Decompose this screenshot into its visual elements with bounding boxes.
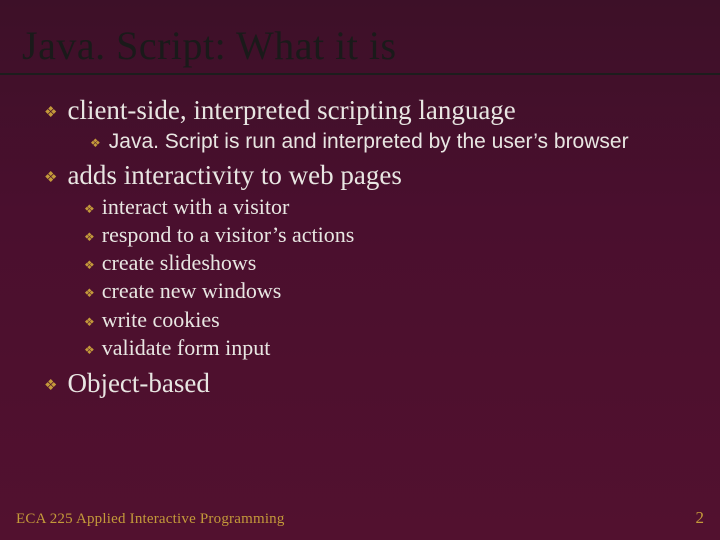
bullet-text: Java. Script is run and interpreted by t… [109, 130, 629, 154]
bullet-level2: ❖ respond to a visitor’s actions [84, 221, 690, 249]
bullet-level1: ❖ adds interactivity to web pages [44, 160, 690, 191]
diamond-icon: ❖ [84, 286, 95, 301]
slide-body: ❖ client-side, interpreted scripting lan… [0, 75, 720, 399]
bullet-text: validate form input [102, 334, 271, 362]
slide-footer: ECA 225 Applied Interactive Programming … [16, 508, 704, 528]
bullet-text: respond to a visitor’s actions [102, 221, 355, 249]
bullet-level1: ❖ client-side, interpreted scripting lan… [44, 95, 690, 126]
bullet-text: create new windows [102, 277, 282, 305]
bullet-text: interact with a visitor [102, 193, 290, 221]
bullet-level2: ❖ create slideshows [84, 249, 690, 277]
bullet-level2: ❖ create new windows [84, 277, 690, 305]
footer-course: ECA 225 Applied Interactive Programming [16, 511, 285, 528]
bullet-level2: ❖ Java. Script is run and interpreted by… [90, 130, 690, 154]
diamond-icon: ❖ [84, 202, 95, 217]
diamond-icon: ❖ [84, 258, 95, 273]
diamond-icon: ❖ [84, 343, 95, 358]
bullet-text: Object-based [67, 368, 209, 399]
bullet-text: client-side, interpreted scripting langu… [67, 95, 515, 126]
diamond-icon: ❖ [44, 376, 57, 395]
diamond-icon: ❖ [90, 136, 101, 151]
slide-title: Java. Script: What it is [0, 0, 720, 73]
bullet-level2: ❖ write cookies [84, 306, 690, 334]
bullet-text: write cookies [102, 306, 220, 334]
bullet-text: create slideshows [102, 249, 257, 277]
bullet-level2: ❖ validate form input [84, 334, 690, 362]
bullet-text: adds interactivity to web pages [67, 160, 401, 191]
diamond-icon: ❖ [84, 230, 95, 245]
diamond-icon: ❖ [84, 315, 95, 330]
sublist: ❖ interact with a visitor ❖ respond to a… [84, 193, 690, 362]
diamond-icon: ❖ [44, 103, 57, 122]
bullet-level1: ❖ Object-based [44, 368, 690, 399]
diamond-icon: ❖ [44, 168, 57, 187]
bullet-level2: ❖ interact with a visitor [84, 193, 690, 221]
footer-page-number: 2 [696, 508, 705, 528]
sublist: ❖ Java. Script is run and interpreted by… [90, 130, 690, 154]
